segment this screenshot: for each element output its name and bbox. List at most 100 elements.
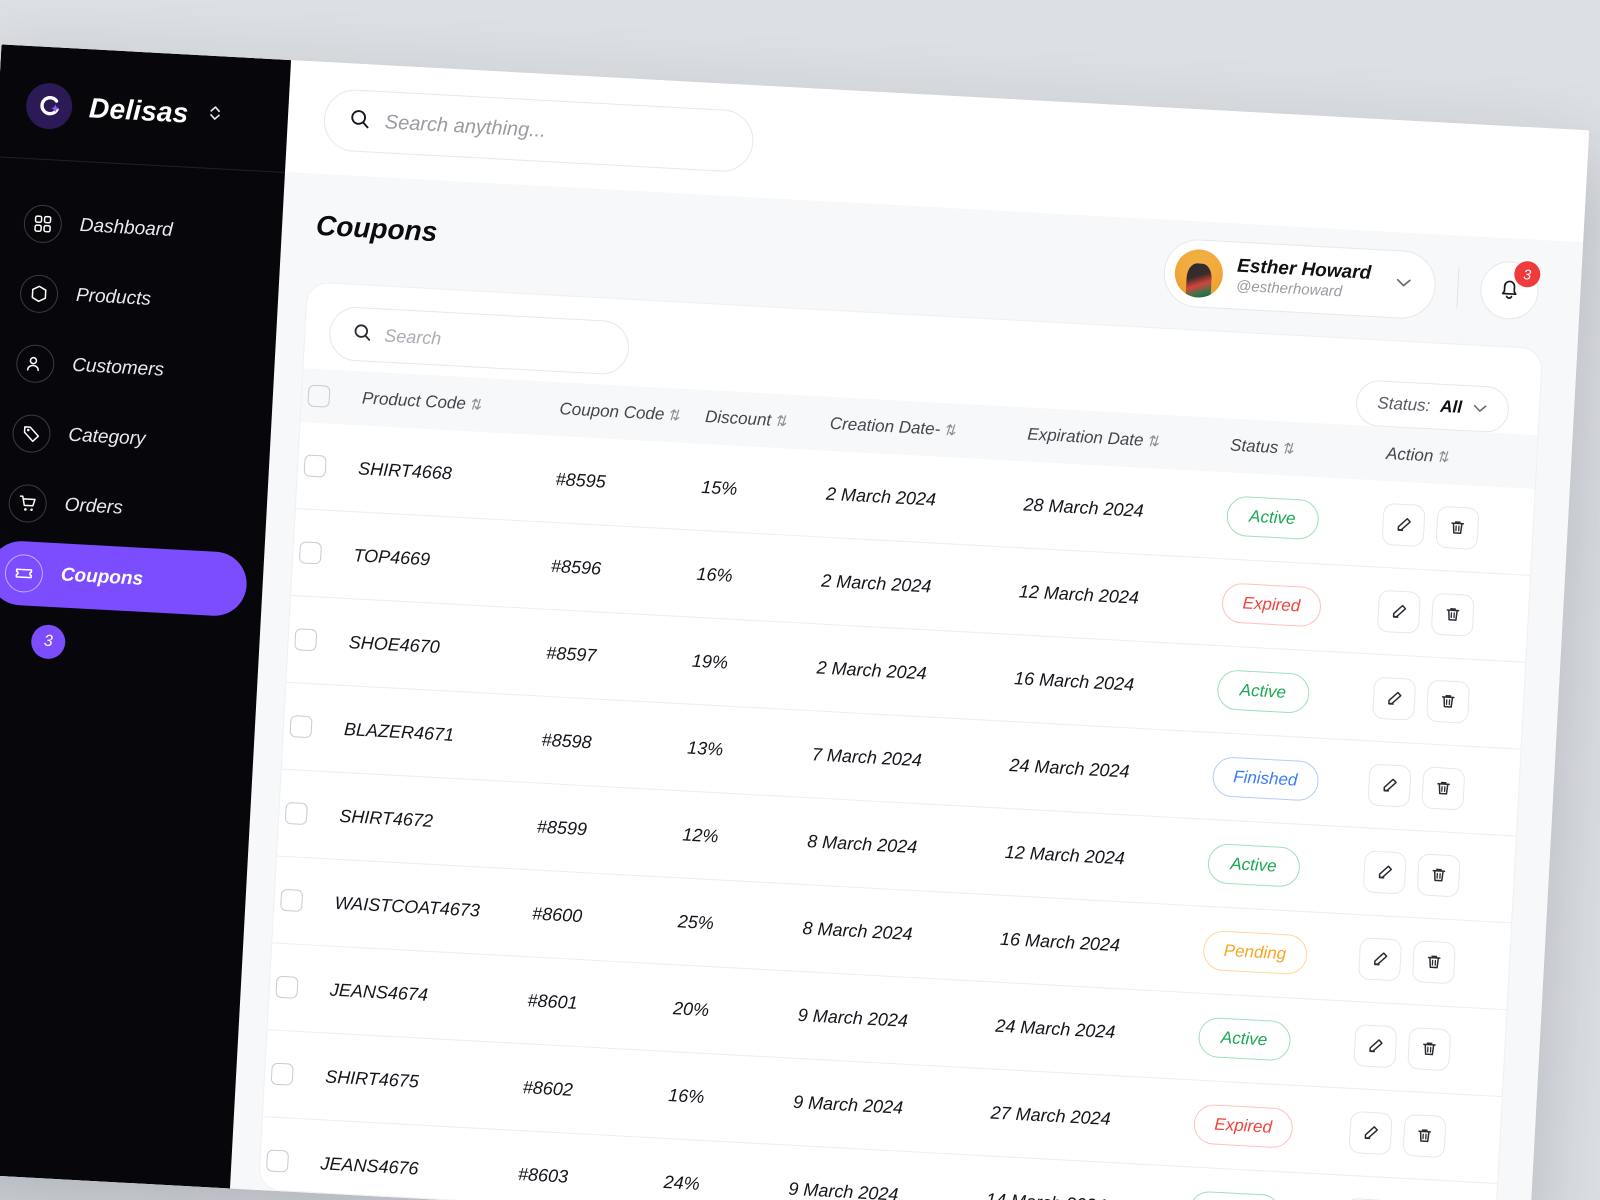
delete-row-button[interactable]	[1411, 940, 1456, 985]
chevron-down-icon	[1394, 275, 1413, 294]
sidebar-item-category[interactable]: Category	[0, 400, 256, 478]
brand-switcher[interactable]: Delisas	[0, 74, 290, 173]
cell-discount: 19%	[683, 616, 814, 711]
sort-icon[interactable]: ⇅	[1146, 433, 1159, 451]
row-select-cell	[267, 942, 327, 1033]
column-label: Action	[1385, 443, 1434, 466]
select-all-checkbox[interactable]	[307, 384, 331, 408]
sidebar-item-dashboard[interactable]: Dashboard	[6, 190, 267, 268]
cell-coupon-code: #8602	[514, 1043, 665, 1139]
status-filter-dropdown[interactable]: Status: All	[1355, 379, 1511, 434]
sort-icon[interactable]: ⇅	[667, 407, 680, 425]
row-checkbox[interactable]	[298, 541, 323, 565]
status-badge: Finished	[1211, 756, 1320, 802]
column-header-action[interactable]: Action ⇅	[1378, 426, 1538, 489]
cell-creation-date: 8 March 2024	[798, 797, 1002, 895]
cell-discount: 20%	[664, 964, 795, 1059]
row-select-cell	[286, 595, 346, 686]
cell-product-code: SHIRT4675	[316, 1032, 520, 1131]
status-badge: Expired	[1192, 1103, 1295, 1149]
users-icon	[15, 343, 56, 384]
edit-row-button[interactable]	[1381, 502, 1426, 548]
edit-row-button[interactable]	[1362, 850, 1407, 895]
delete-row-button[interactable]	[1421, 766, 1466, 811]
status-badge: Active	[1187, 1190, 1282, 1200]
sort-icon[interactable]: ⇅	[774, 413, 787, 431]
column-header-coupon-code[interactable]: Coupon Code ⇅	[552, 381, 701, 444]
notifications-button[interactable]: 3	[1478, 259, 1541, 321]
cell-action	[1373, 480, 1535, 576]
edit-row-button[interactable]	[1352, 1024, 1398, 1069]
sidebar-item-label: Coupons	[60, 564, 144, 590]
edit-row-button[interactable]	[1371, 676, 1416, 721]
coupon-icon	[3, 553, 44, 594]
cell-action	[1341, 1088, 1502, 1184]
chevron-updown-icon[interactable]	[207, 102, 224, 128]
row-checkbox[interactable]	[289, 715, 313, 739]
row-checkbox[interactable]	[303, 454, 327, 478]
delete-row-button[interactable]	[1406, 1026, 1452, 1072]
edit-row-button[interactable]	[1348, 1110, 1393, 1156]
cell-status: Active	[1189, 992, 1351, 1089]
delete-row-button[interactable]	[1430, 592, 1475, 637]
cell-product-code: TOP4669	[345, 511, 548, 610]
row-checkbox[interactable]	[265, 1149, 290, 1173]
avatar	[1173, 248, 1225, 299]
tag-icon	[11, 413, 52, 454]
sidebar-item-orders[interactable]: Orders	[0, 470, 252, 548]
cell-action	[1355, 827, 1516, 923]
cell-creation-date: 2 March 2024	[813, 536, 1016, 635]
status-filter-label: Status:	[1376, 393, 1431, 416]
delete-row-button[interactable]	[1425, 679, 1470, 724]
cell-creation-date: 2 March 2024	[808, 623, 1011, 722]
cell-discount: 25%	[669, 877, 799, 972]
row-checkbox[interactable]	[284, 801, 308, 826]
cell-product-code: BLAZER4671	[335, 685, 539, 783]
column-label: Coupon Code	[559, 399, 665, 424]
row-select-cell	[262, 1029, 322, 1120]
column-header-discount[interactable]: Discount ⇅	[697, 389, 826, 451]
cell-action	[1345, 1001, 1507, 1097]
cell-status: Expired	[1185, 1079, 1346, 1176]
sidebar-item-label: Orders	[64, 494, 124, 519]
sort-icon[interactable]: ⇅	[1436, 449, 1449, 467]
column-label: Creation Date-	[829, 413, 941, 439]
cell-status: Pending	[1194, 905, 1356, 1002]
column-header-status[interactable]: Status ⇅	[1222, 418, 1382, 481]
cell-discount: 15%	[692, 443, 823, 537]
table-body: SHIRT4668 #8595 15% 2 March 2024 28 March 20…	[258, 422, 1535, 1200]
sort-icon[interactable]: ⇅	[468, 396, 481, 414]
delete-row-button[interactable]	[1416, 853, 1461, 898]
row-select-cell	[276, 769, 336, 859]
sidebar-item-customers[interactable]: Customers	[0, 330, 260, 408]
screen: Delisas Dashboard Products Customers Cat…	[0, 0, 1600, 1200]
delete-row-button[interactable]	[1435, 505, 1480, 550]
sort-icon[interactable]: ⇅	[943, 422, 956, 440]
row-select-cell	[281, 682, 341, 773]
cell-coupon-code: #8603	[517, 1163, 569, 1187]
cell-expiration-date: 16 March 2024	[1005, 634, 1214, 733]
edit-row-button[interactable]	[1357, 937, 1402, 982]
brand-name: Delisas	[88, 92, 190, 129]
global-search[interactable]: Search anything...	[322, 88, 755, 174]
column-label: Expiration Date	[1026, 424, 1145, 450]
row-checkbox[interactable]	[270, 1062, 294, 1086]
sidebar-item-label: Customers	[71, 354, 165, 381]
sort-icon[interactable]: ⇅	[1281, 440, 1294, 458]
cell-expiration-date: 16 March 2024	[991, 894, 1200, 993]
row-checkbox[interactable]	[294, 628, 318, 652]
delete-row-button[interactable]	[1402, 1113, 1447, 1159]
cell-expiration-date: 24 March 2024	[987, 981, 1195, 1080]
search-icon	[348, 107, 371, 135]
cell-coupon-code: #8596	[542, 522, 693, 617]
edit-row-button[interactable]	[1376, 589, 1421, 634]
edit-row-button[interactable]	[1367, 763, 1412, 808]
status-badge: Pending	[1201, 929, 1309, 976]
sidebar-item-products[interactable]: Products	[2, 260, 263, 338]
cell-coupon-code: #8600	[523, 869, 675, 965]
cell-expiration-date: 28 March 2024	[1015, 461, 1223, 559]
row-checkbox[interactable]	[280, 888, 304, 912]
sidebar-item-coupons[interactable]: Coupons	[0, 539, 249, 618]
user-menu[interactable]: Esther Howard @estherhoward	[1161, 237, 1438, 321]
row-checkbox[interactable]	[275, 975, 299, 999]
